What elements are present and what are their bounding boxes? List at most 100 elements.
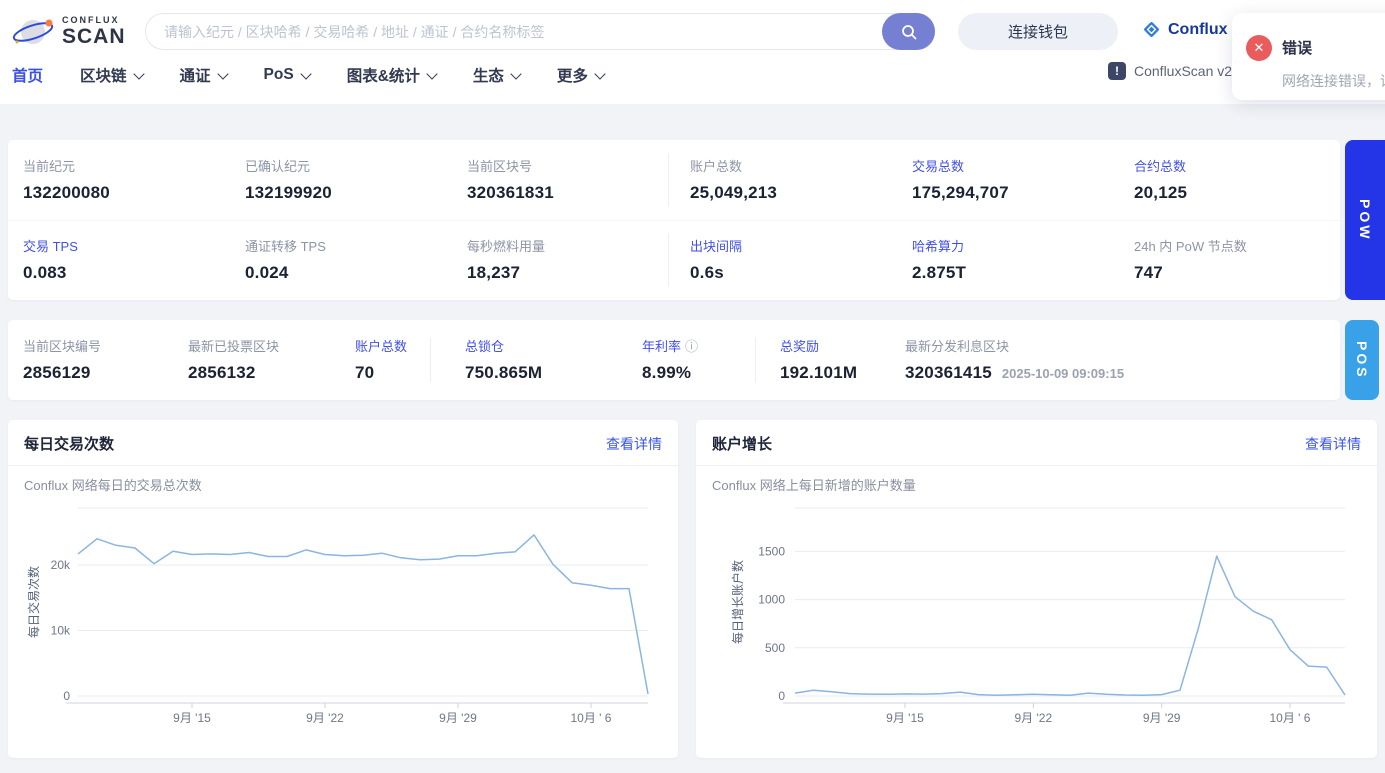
stat-value: 70	[355, 363, 375, 382]
pow-tab[interactable]: POW	[1345, 140, 1385, 300]
nav-item-首页[interactable]: 首页	[12, 64, 43, 86]
stat-value: 0.024	[245, 263, 289, 282]
search-bar	[145, 13, 935, 50]
row-divider	[8, 220, 1340, 221]
svg-text:1500: 1500	[758, 544, 785, 558]
pow-panel: 当前纪元 132200080 已确认纪元 132199920 当前区块号 32036183…	[8, 140, 1340, 300]
search-button[interactable]	[882, 13, 935, 50]
stat-合约总数: 合约总数 20,125	[1134, 156, 1187, 203]
stat-value: 20,125	[1134, 183, 1188, 202]
stat-label: 最新已投票区块	[188, 339, 280, 354]
column-divider	[430, 338, 431, 382]
svg-text:0: 0	[63, 689, 70, 703]
nav-item-通证[interactable]: 通证	[179, 64, 229, 86]
toast-title: 错误	[1282, 40, 1313, 57]
search-input[interactable]	[145, 13, 935, 50]
stat-label[interactable]: 合约总数	[1134, 156, 1187, 175]
brand-top: CONFLUX	[62, 14, 120, 25]
stat-当前纪元: 当前纪元 132200080	[23, 156, 110, 203]
stat-value: 0.083	[23, 263, 67, 282]
chart-title: 每日交易次数	[24, 436, 115, 453]
stat-label: 通证转移 TPS	[245, 239, 326, 254]
stat-label[interactable]: 年利率 ⓘ	[642, 336, 698, 355]
info-icon[interactable]: ⓘ	[685, 339, 698, 354]
conflux-scan-logo[interactable]: CONFLUX SCAN	[12, 10, 126, 52]
pos-tab-label: POS	[1354, 340, 1370, 380]
nav-item-label: PoS	[263, 66, 294, 83]
pow-stat-row: 交易 TPS 0.083 通证转移 TPS 0.024 每秒燃料用量 18,237 出块间隔…	[8, 220, 1340, 300]
stat-label: 当前纪元	[23, 159, 76, 174]
stat-label[interactable]: 账户总数	[355, 336, 407, 355]
stat-交易总数: 交易总数 175,294,707	[912, 156, 1009, 203]
stat-value: 2856129	[23, 363, 91, 382]
stat-总锁仓: 总锁仓 750.865M	[465, 336, 542, 383]
svg-text:9月 '15: 9月 '15	[886, 711, 924, 725]
nav-item-label: 通证	[179, 68, 211, 85]
stat-label[interactable]: 交易总数	[912, 156, 1009, 175]
nav-item-区块链[interactable]: 区块链	[80, 64, 145, 86]
pow-stat-row: 当前纪元 132200080 已确认纪元 132199920 当前区块号 32036183…	[8, 140, 1340, 220]
conflux-scan-page: CONFLUX SCAN 连接钱包 Conflux Co ! Confl	[0, 0, 1385, 773]
nav-item-label: 生态	[472, 68, 504, 85]
nav-item-生态[interactable]: 生态	[472, 64, 522, 86]
stat-最新已投票区块: 最新已投票区块 2856132	[188, 336, 279, 383]
stat-value: 2.875T	[912, 263, 967, 282]
stat-label: 24h 内 PoW 节点数	[1134, 239, 1247, 254]
nav-item-图表&统计[interactable]: 图表&统计	[346, 64, 438, 86]
stat-当前区块号: 当前区块号 320361831	[467, 156, 554, 203]
stat-label: 最新分发利息区块	[905, 339, 1010, 354]
search-icon	[901, 24, 916, 39]
stat-label: 当前区块号	[467, 159, 533, 174]
chart-header: 每日交易次数 查看详情	[8, 420, 678, 466]
stat-value: 132199920	[245, 183, 332, 202]
nav-item-label: 图表&统计	[346, 68, 420, 85]
stat-label[interactable]: 总奖励	[780, 336, 857, 355]
main-nav: 首页 区块链 通证 PoS 图表&统计 生态 更多	[12, 58, 606, 92]
nav-item-PoS[interactable]: PoS	[263, 66, 312, 84]
view-details-link[interactable]: 查看详情	[1305, 434, 1361, 454]
timestamp: 2025-10-09 09:09:15	[1001, 366, 1125, 381]
stat-哈希算力: 哈希算力 2.875T	[912, 236, 966, 283]
stat-label[interactable]: 交易 TPS	[23, 236, 78, 255]
stat-label[interactable]: 出块间隔	[690, 236, 742, 255]
stat-value: 192.101M	[780, 363, 858, 382]
stat-value: 18,237	[467, 263, 521, 282]
daily-transactions-plot: 0 10k 20k 9月 '15 9月 '22 9月 '29 10月 ' 6 每日交易次数	[8, 500, 678, 758]
error-toast[interactable]: ✕ 错误 网络连接错误，请	[1232, 13, 1385, 100]
stat-value: 750.865M	[465, 363, 543, 382]
stat-交易 TPS: 交易 TPS 0.083	[23, 236, 78, 283]
svg-text:每日交易次数: 每日交易次数	[26, 566, 41, 638]
chevron-down-icon	[300, 67, 312, 80]
stat-value: 320361415 2025-10-09 09:09:15	[905, 363, 1125, 382]
chart-subtitle: Conflux 网络每日的交易总次数	[24, 478, 202, 493]
planet-logo-icon	[12, 19, 54, 44]
daily-transactions-chart-card: 每日交易次数 查看详情 Conflux 网络每日的交易总次数 0 10k 20k 9月…	[8, 420, 678, 758]
account-growth-plot: 0 500 1000 1500 9月 '15 9月 '22 9月 '29 10月 ' 6 每日增…	[696, 500, 1377, 758]
stat-label: 当前区块编号	[23, 339, 102, 354]
stat-label[interactable]: 总锁仓	[465, 336, 542, 355]
pos-panel: 当前区块编号 2856129 最新已投票区块 2856132 账户总数 70 总锁仓 750.…	[8, 320, 1340, 400]
stat-每秒燃料用量: 每秒燃料用量 18,237	[467, 236, 545, 283]
toast-message: 网络连接错误，请	[1282, 73, 1385, 89]
version-banner[interactable]: ! ConfluxScan v2	[1108, 62, 1232, 80]
view-details-link[interactable]: 查看详情	[606, 434, 662, 454]
stat-24h 内 PoW 节点数: 24h 内 PoW 节点数 747	[1134, 236, 1247, 283]
stat-账户总数: 账户总数 25,049,213	[690, 156, 777, 203]
stat-label: 已确认纪元	[245, 159, 311, 174]
connect-wallet-button[interactable]: 连接钱包	[958, 13, 1118, 50]
column-divider	[755, 338, 756, 382]
stat-value: 320361831	[467, 183, 554, 202]
stat-label[interactable]: 哈希算力	[912, 236, 966, 255]
version-label: ConfluxScan v2	[1134, 63, 1233, 79]
svg-text:9月 '22: 9月 '22	[1015, 711, 1053, 725]
svg-text:9月 '22: 9月 '22	[306, 711, 344, 725]
column-divider	[668, 234, 669, 286]
stat-value: 8.99%	[642, 363, 692, 382]
stat-账户总数: 账户总数 70	[355, 336, 407, 383]
pos-tab[interactable]: POS	[1345, 320, 1379, 400]
stat-value: 175,294,707	[912, 183, 1009, 202]
chevron-down-icon	[510, 67, 522, 80]
pos-stats: 当前区块编号 2856129 最新已投票区块 2856132 账户总数 70 总锁仓 750.…	[8, 320, 1340, 400]
stat-label: 每秒燃料用量	[467, 239, 546, 254]
nav-item-更多[interactable]: 更多	[557, 64, 606, 86]
